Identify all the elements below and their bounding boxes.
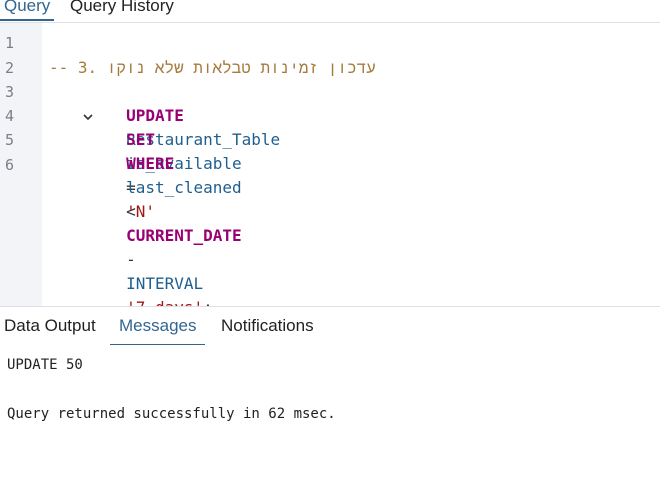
tab-notifications[interactable]: Notifications	[221, 315, 314, 337]
line-number: 4	[5, 107, 15, 125]
message-line: Query returned successfully in 62 msec.	[7, 406, 336, 422]
line-number: 5	[5, 131, 15, 149]
result-tabs: Data Output Messages Notifications	[0, 306, 660, 346]
line-number: 3	[5, 83, 15, 101]
query-tool: Query Query History 1 2 -- 3. עדכון זמינ…	[0, 0, 660, 498]
message-line: UPDATE 50	[7, 357, 83, 373]
tab-query[interactable]: Query	[0, 0, 55, 21]
editor-line: 5 WHERE last_cleaned < CURRENT_DATE - IN…	[0, 128, 660, 317]
tab-messages[interactable]: Messages	[109, 315, 207, 346]
line-number: 2	[5, 59, 15, 77]
sql-operator: -	[126, 250, 136, 269]
line-number: 1	[5, 34, 15, 52]
column-name: last_cleaned	[126, 178, 242, 197]
sql-keyword: CURRENT_DATE	[126, 226, 242, 245]
tab-data-output[interactable]: Data Output	[4, 315, 96, 337]
sql-editor[interactable]: 1 2 -- 3. עדכון זמינות טבלאות שלא נוקו 3…	[0, 23, 660, 317]
editor-line: 6	[0, 153, 660, 177]
query-tabs: Query Query History	[0, 0, 660, 23]
editor-line: 2 -- 3. עדכון זמינות טבלאות שלא נוקו	[0, 56, 660, 80]
sql-operator: <	[126, 202, 136, 221]
sql-comment: -- 3. עדכון זמינות טבלאות שלא נוקו	[49, 58, 376, 77]
messages-panel: UPDATE 50 Query returned successfully in…	[0, 345, 660, 498]
editor-line: 4 SET is_available = 'N'	[0, 104, 660, 221]
line-number: 6	[5, 156, 15, 174]
tab-query-history[interactable]: Query History	[70, 0, 174, 21]
editor-line: 1	[0, 31, 660, 55]
editor-line: 3 UPDATE Restaurant_Table	[0, 80, 660, 149]
sql-keyword: INTERVAL	[126, 274, 204, 293]
